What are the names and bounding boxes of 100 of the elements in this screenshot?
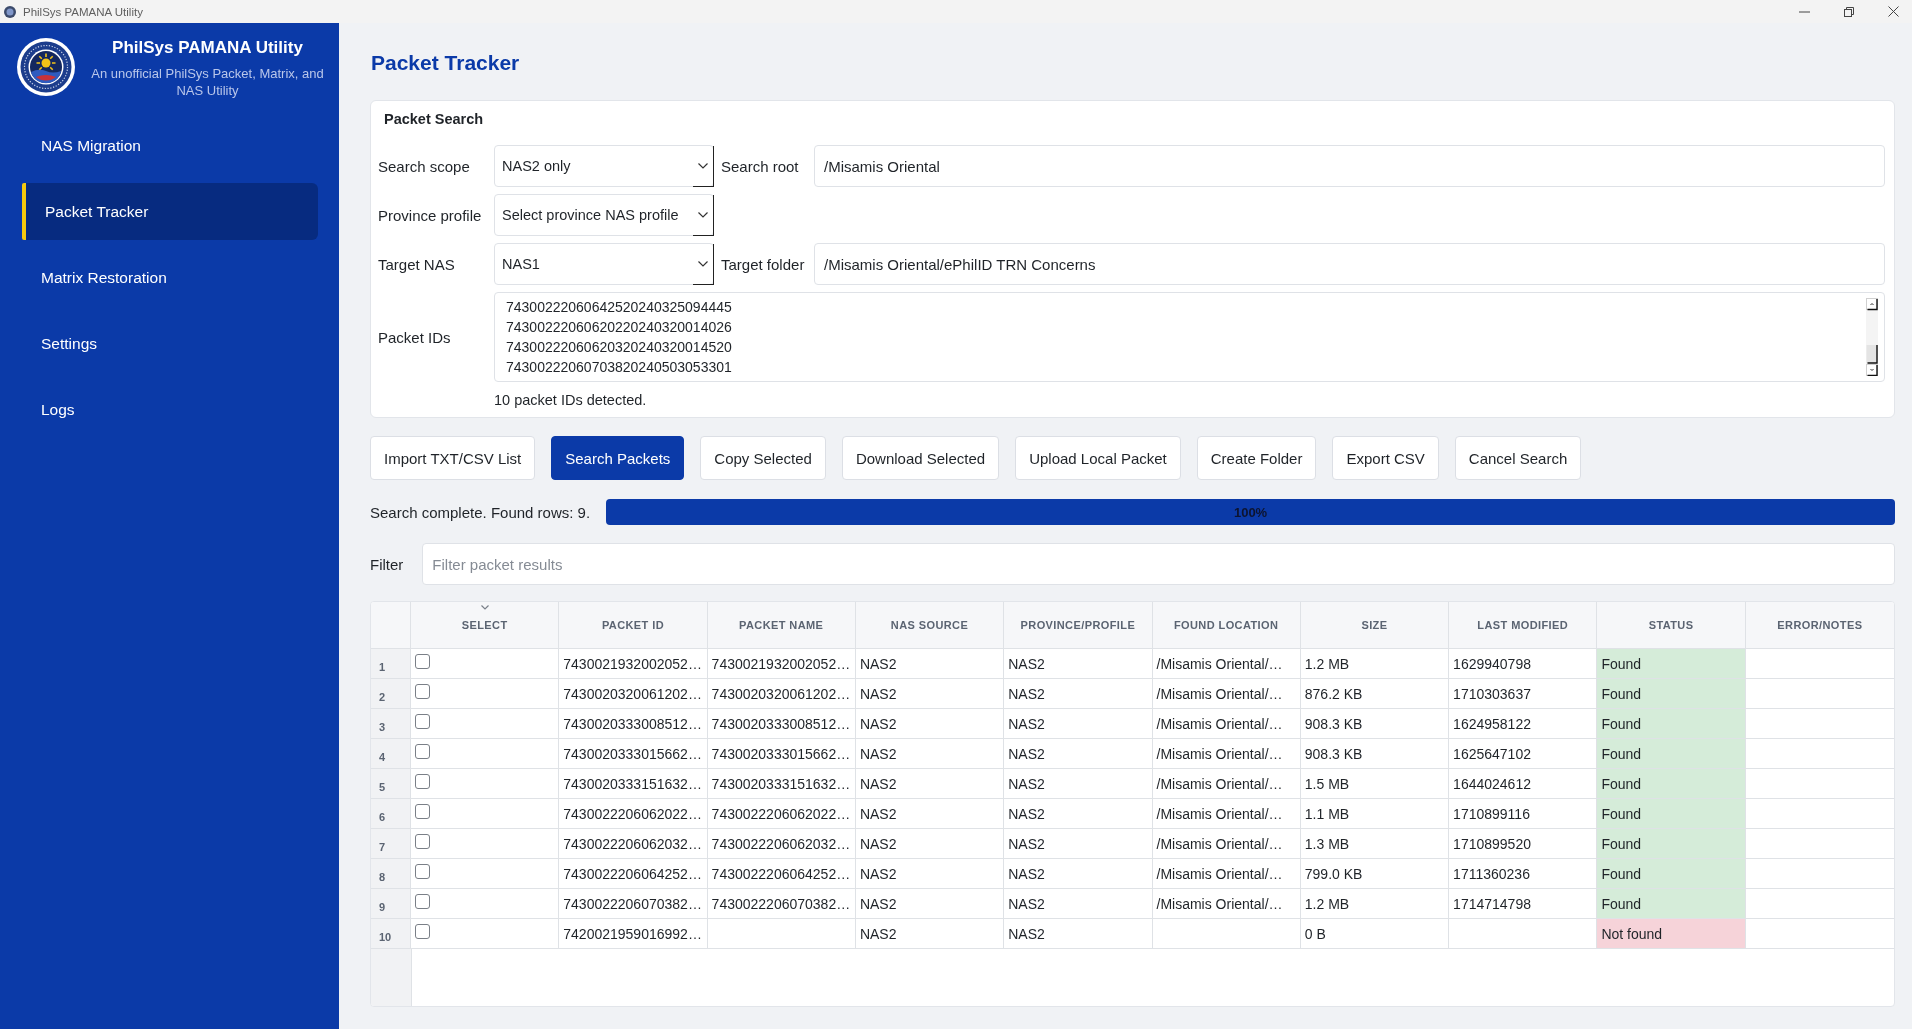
search-root-field[interactable]: /Misamis Oriental xyxy=(814,145,1885,187)
target-folder-field[interactable]: /Misamis Oriental/ePhilID TRN Concerns xyxy=(814,243,1885,285)
column-header[interactable]: STATUS xyxy=(1648,619,1694,631)
action-button[interactable]: Upload Local Packet xyxy=(1015,436,1181,480)
minimize-icon[interactable] xyxy=(1799,10,1810,13)
table-cell: 876.2 KB xyxy=(1300,679,1450,708)
table-cell: /Misamis Oriental/… xyxy=(1152,649,1301,678)
table-cell: 7430022206062032… xyxy=(707,829,856,858)
column-header[interactable]: PROVINCE/PROFILE xyxy=(1020,619,1136,631)
table-cell: 7430022206070382… xyxy=(707,889,856,918)
table-cell: NAS2 xyxy=(855,769,1005,798)
checkbox[interactable] xyxy=(415,834,430,849)
table-cell: 7430020333015662… xyxy=(707,739,856,768)
table-cell: 7430022206062022… xyxy=(559,799,708,828)
table-cell: 7430021932002052… xyxy=(559,649,708,678)
table-cell: NAS2 xyxy=(855,799,1005,828)
column-header[interactable]: PACKET ID xyxy=(601,619,664,631)
action-button[interactable]: Export CSV xyxy=(1332,436,1439,480)
table-cell: NAS2 xyxy=(855,829,1005,858)
table-cell: NAS2 xyxy=(1004,919,1153,948)
status-cell: Found xyxy=(1597,649,1746,678)
table-cell: 1.2 MB xyxy=(1300,649,1450,678)
table-cell: 1.5 MB xyxy=(1300,769,1450,798)
checkbox[interactable] xyxy=(415,684,430,699)
table-cell: 7430022206062022… xyxy=(707,799,856,828)
scrollbar[interactable] xyxy=(1866,298,1878,376)
table-cell: 7430020333008512… xyxy=(707,709,856,738)
app-icon xyxy=(4,5,16,18)
column-header[interactable]: ERROR/NOTES xyxy=(1777,619,1863,631)
field-label: Filter xyxy=(370,555,404,573)
checkbox[interactable] xyxy=(415,744,430,759)
table-cell: 7430022206062032… xyxy=(559,829,708,858)
checkbox[interactable] xyxy=(415,774,430,789)
table-cell: 7420021959016992… xyxy=(559,919,708,948)
action-button[interactable]: Copy Selected xyxy=(700,436,826,480)
field-label: Search root xyxy=(720,157,800,175)
status-cell: Found xyxy=(1597,829,1746,858)
search-scope-dropdown[interactable]: NAS2 only xyxy=(494,145,714,187)
row-number: 10 xyxy=(371,919,411,948)
table-cell: /Misamis Oriental/… xyxy=(1152,829,1301,858)
table-cell: 7430020333015662… xyxy=(559,739,708,768)
table-cell: NAS2 xyxy=(855,649,1005,678)
detected-count: 10 packet IDs detected. xyxy=(494,391,647,409)
target-nas-dropdown[interactable]: NAS1 xyxy=(494,243,714,285)
action-button[interactable]: Cancel Search xyxy=(1454,436,1582,480)
table-cell: 7430022206064252… xyxy=(707,859,856,888)
column-header[interactable]: PACKET NAME xyxy=(739,619,824,631)
status-cell: Found xyxy=(1597,889,1746,918)
close-icon[interactable] xyxy=(1888,6,1899,17)
checkbox[interactable] xyxy=(415,894,430,909)
table-cell: NAS2 xyxy=(1004,709,1153,738)
packet-ids-field[interactable]: 74300222060642520240325094445 74300222060620220240320014026 74300222060620320240320014520 74300222060703820240503053301 xyxy=(494,292,1885,382)
table-cell: NAS2 xyxy=(1004,889,1153,918)
table-cell: NAS2 xyxy=(855,709,1005,738)
checkbox[interactable] xyxy=(415,924,430,939)
table-cell: NAS2 xyxy=(855,679,1005,708)
nav-item[interactable]: Matrix Restoration xyxy=(22,249,318,306)
row-number: 8 xyxy=(371,859,411,888)
nav-item[interactable]: NAS Migration xyxy=(22,117,318,174)
column-header[interactable]: LAST MODIFIED xyxy=(1477,619,1569,631)
nav-item[interactable]: Settings xyxy=(22,315,318,372)
table-cell: /Misamis Oriental/… xyxy=(1152,709,1301,738)
row-number: 7 xyxy=(371,829,411,858)
section-title: Packet Search xyxy=(384,110,484,128)
row-number: 5 xyxy=(371,769,411,798)
province-profile-dropdown[interactable]: Select province NAS profile xyxy=(494,194,714,236)
checkbox[interactable] xyxy=(415,864,430,879)
action-button[interactable]: Import TXT/CSV List xyxy=(370,436,536,480)
checkbox[interactable] xyxy=(415,714,430,729)
row-number: 4 xyxy=(371,739,411,768)
action-button[interactable]: Create Folder xyxy=(1196,436,1317,480)
table-cell: 799.0 KB xyxy=(1300,859,1450,888)
nav-item[interactable]: Logs xyxy=(22,381,318,438)
action-button[interactable]: Download Selected xyxy=(841,436,1000,480)
column-header[interactable]: NAS SOURCE xyxy=(890,619,969,631)
field-label: Target NAS xyxy=(378,255,456,273)
checkbox[interactable] xyxy=(415,654,430,669)
table-cell: NAS2 xyxy=(1004,859,1153,888)
table-cell: 7430022206070382… xyxy=(559,889,708,918)
table-cell: 908.3 KB xyxy=(1300,709,1450,738)
status-cell: Found xyxy=(1597,709,1746,738)
field-label: Province profile xyxy=(378,206,483,224)
table-cell: NAS2 xyxy=(1004,829,1153,858)
column-header[interactable]: FOUND LOCATION xyxy=(1173,619,1279,631)
column-header[interactable]: SELECT xyxy=(461,619,508,631)
app-tagline: An unofficial PhilSys Packet, Matrix, and NAS Utility xyxy=(90,65,325,99)
table-cell: NAS2 xyxy=(855,739,1005,768)
row-number: 3 xyxy=(371,709,411,738)
field-label: Target folder xyxy=(720,255,806,273)
status-cell: Found xyxy=(1597,679,1746,708)
nav-item[interactable]: Packet Tracker xyxy=(22,183,318,240)
table-cell: 7430022206064252… xyxy=(559,859,708,888)
table-cell: /Misamis Oriental/… xyxy=(1152,889,1301,918)
checkbox[interactable] xyxy=(415,804,430,819)
chevron-down-icon xyxy=(698,163,708,169)
restore-icon[interactable] xyxy=(1844,6,1854,17)
action-button[interactable]: Search Packets xyxy=(551,436,685,480)
table-cell: 7430020333008512… xyxy=(559,709,708,738)
table-cell: 1.1 MB xyxy=(1300,799,1450,828)
column-header[interactable]: SIZE xyxy=(1361,619,1388,631)
